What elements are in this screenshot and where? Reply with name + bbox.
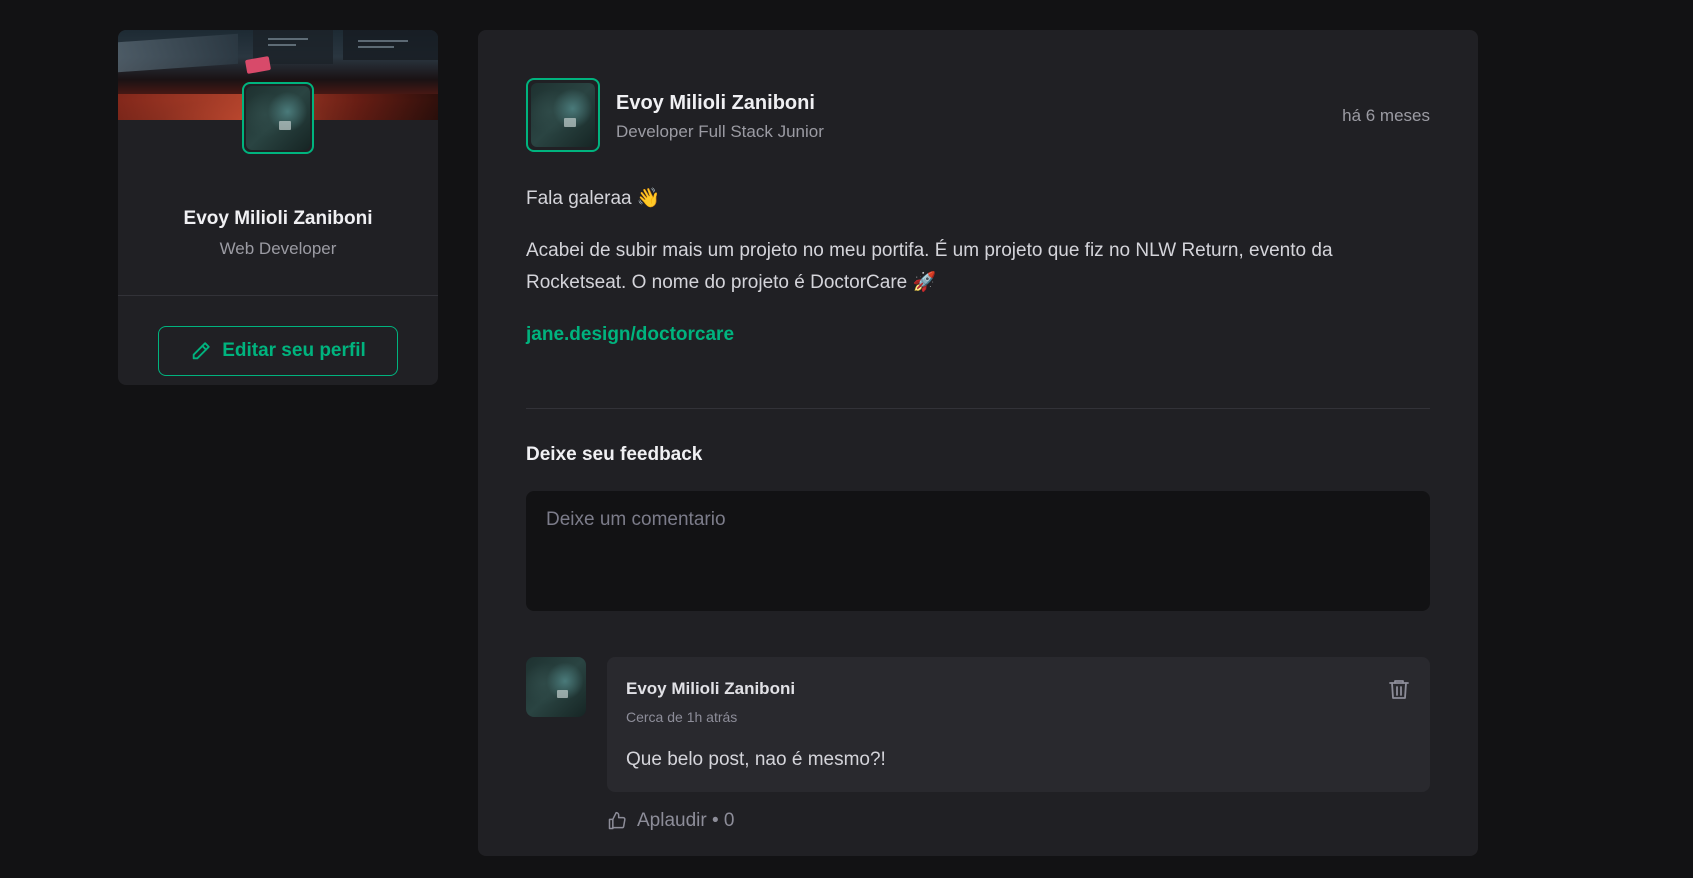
- profile-sidebar: Evoy Milioli Zaniboni Web Developer Edit…: [118, 30, 438, 385]
- pencil-icon: [192, 342, 210, 360]
- post-paragraph: Acabei de subir mais um projeto no meu p…: [526, 240, 1333, 293]
- comment-author-name: Evoy Milioli Zaniboni: [626, 679, 796, 698]
- feedback-title: Deixe seu feedback: [526, 444, 703, 465]
- profile-avatar[interactable]: [242, 82, 314, 154]
- post-author-name: Evoy Milioli Zaniboni: [616, 92, 815, 114]
- post-link[interactable]: jane.design/doctorcare: [526, 324, 734, 345]
- comment-box: Evoy Milioli Zaniboni Cerca de 1h atrás …: [607, 657, 1430, 792]
- comment-time: Cerca de 1h atrás: [626, 709, 738, 725]
- post-time: há 6 meses: [1342, 106, 1430, 125]
- trash-icon: [1389, 680, 1409, 699]
- post-header: Evoy Milioli Zaniboni Developer Full Sta…: [526, 78, 1430, 154]
- edit-profile-label: Editar seu perfil: [222, 340, 366, 361]
- edit-profile-button[interactable]: Editar seu perfil: [158, 326, 398, 376]
- applaud-label: Aplaudir • 0: [637, 810, 735, 831]
- sidebar-divider: [118, 295, 438, 296]
- post-author-role: Developer Full Stack Junior: [616, 122, 824, 141]
- page: Evoy Milioli Zaniboni Web Developer Edit…: [0, 0, 1693, 878]
- post-divider: [526, 408, 1430, 409]
- profile-role: Web Developer: [219, 239, 337, 258]
- delete-comment-button[interactable]: [1386, 677, 1412, 703]
- profile-name: Evoy Milioli Zaniboni: [183, 208, 373, 229]
- post-author-avatar[interactable]: [526, 78, 600, 152]
- applaud-button[interactable]: Aplaudir • 0: [607, 810, 735, 832]
- post-paragraph: Fala galeraa 👋: [526, 188, 661, 209]
- thumbs-up-icon: [608, 811, 626, 830]
- post-card: Evoy Milioli Zaniboni Developer Full Sta…: [478, 30, 1478, 856]
- post-content: Fala galeraa 👋 Acabei de subir mais um p…: [526, 183, 1430, 371]
- comment-text: Que belo post, nao é mesmo?!: [626, 749, 886, 770]
- comment-author-avatar[interactable]: [526, 657, 586, 717]
- comment-input[interactable]: [526, 491, 1430, 611]
